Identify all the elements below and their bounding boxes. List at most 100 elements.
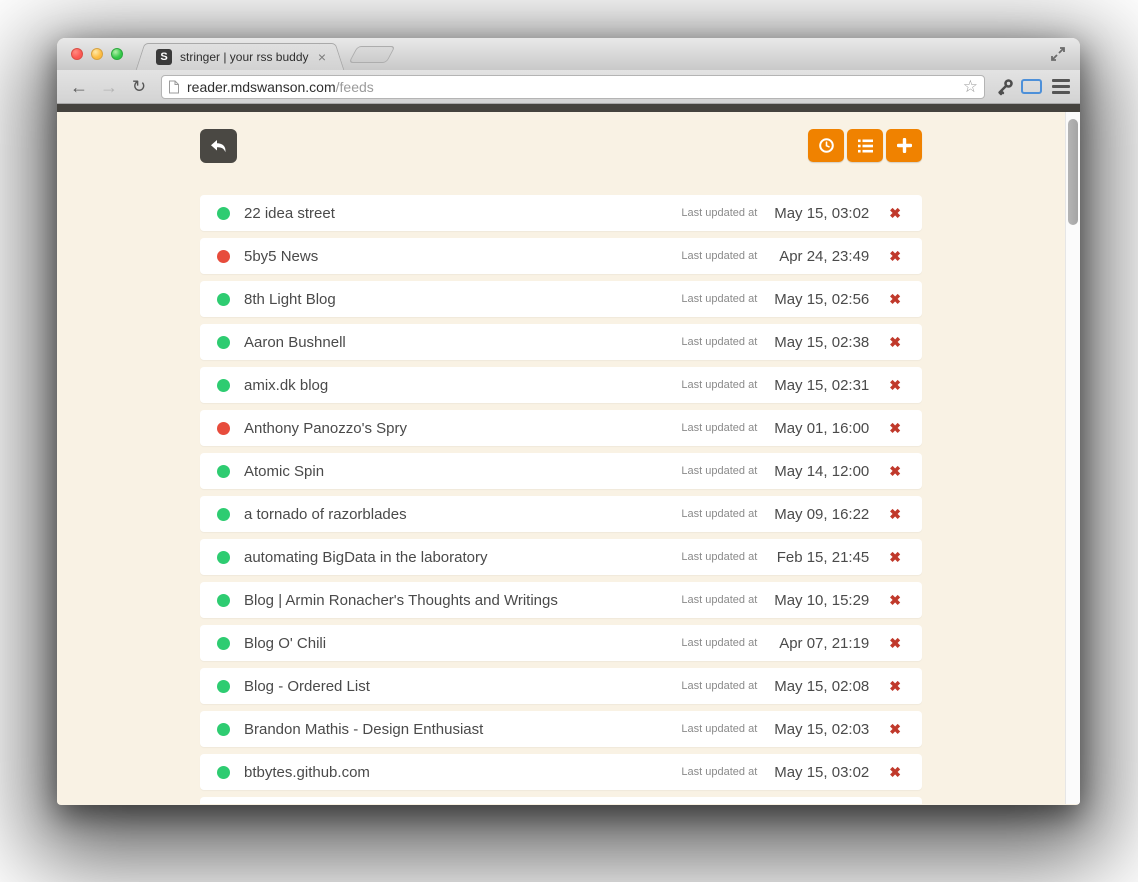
updated-label: Last updated at xyxy=(681,594,758,606)
updated-time: May 15, 03:02 xyxy=(774,763,870,781)
updated-time: Apr 07, 21:19 xyxy=(779,634,870,652)
bookmark-star-icon[interactable]: ☆ xyxy=(963,77,978,96)
delete-feed-button[interactable]: ✖ xyxy=(889,206,901,220)
feed-list: 22 idea street Last updated at May 15, 0… xyxy=(200,195,922,804)
updated-label: Last updated at xyxy=(681,336,758,348)
updated-label: Last updated at xyxy=(681,379,758,391)
updated-label: Last updated at xyxy=(681,723,758,735)
add-feed-button[interactable] xyxy=(886,129,922,162)
feed-row: 5by5 News Last updated at Apr 24, 23:49 … xyxy=(200,238,922,274)
url-path: /feeds xyxy=(335,78,374,95)
updated-time: May 15, 02:31 xyxy=(774,376,870,394)
address-bar[interactable]: reader.mdswanson.com/feeds ☆ xyxy=(161,74,985,99)
updated-time: May 15, 02:08 xyxy=(774,677,870,695)
feed-row: Bufr Overflow Last updated at Apr 07, 18… xyxy=(200,797,922,804)
forward-icon[interactable]: → xyxy=(97,76,121,98)
scrollbar-thumb[interactable] xyxy=(1068,119,1078,225)
feed-row: 22 idea street Last updated at May 15, 0… xyxy=(200,195,922,231)
delete-feed-button[interactable]: ✖ xyxy=(889,464,901,478)
new-tab-button[interactable] xyxy=(348,46,396,63)
status-dot xyxy=(217,421,230,435)
back-to-reader-button[interactable] xyxy=(200,129,237,163)
delete-feed-button[interactable]: ✖ xyxy=(889,593,901,607)
feed-name: 5by5 News xyxy=(244,247,319,265)
feed-name: 22 idea street xyxy=(244,204,335,222)
updated-time: May 14, 12:00 xyxy=(774,462,870,480)
updated-label: Last updated at xyxy=(681,465,758,477)
updated-label: Last updated at xyxy=(681,508,758,520)
status-dot xyxy=(217,335,230,349)
feed-row: 8th Light Blog Last updated at May 15, 0… xyxy=(200,281,922,317)
page-content: 22 idea street Last updated at May 15, 0… xyxy=(57,112,1080,804)
status-dot xyxy=(217,206,230,220)
feed-name: automating BigData in the laboratory xyxy=(244,548,488,566)
delete-feed-button[interactable]: ✖ xyxy=(889,292,901,306)
clock-icon xyxy=(818,138,834,153)
feed-name: btbytes.github.com xyxy=(244,763,370,781)
feed-name: amix.dk blog xyxy=(244,376,329,394)
back-icon[interactable]: ← xyxy=(67,76,91,98)
updated-time: May 15, 03:02 xyxy=(774,204,870,222)
status-dot xyxy=(217,679,230,693)
reload-icon[interactable]: ↻ xyxy=(127,76,151,98)
close-window-button[interactable] xyxy=(71,48,83,60)
feed-row: automating BigData in the laboratory Las… xyxy=(200,539,922,575)
updated-time: May 10, 15:29 xyxy=(774,591,870,609)
delete-feed-button[interactable]: ✖ xyxy=(889,378,901,392)
status-dot xyxy=(217,722,230,736)
key-icon[interactable] xyxy=(995,77,1015,97)
menu-icon[interactable] xyxy=(1052,79,1070,94)
status-dot xyxy=(217,550,230,564)
updated-label: Last updated at xyxy=(681,551,758,563)
delete-feed-button[interactable]: ✖ xyxy=(889,335,901,349)
browser-window: S stringer | your rss buddy × ← → ↻ read… xyxy=(57,38,1080,805)
feed-name: Blog O' Chili xyxy=(244,634,327,652)
feed-name: Atomic Spin xyxy=(244,462,325,480)
status-dot xyxy=(217,378,230,392)
feed-actions xyxy=(808,129,922,163)
feed-list-button[interactable] xyxy=(847,129,883,162)
status-dot xyxy=(217,464,230,478)
history-button[interactable] xyxy=(808,129,844,162)
status-dot xyxy=(217,593,230,607)
delete-feed-button[interactable]: ✖ xyxy=(889,765,901,779)
feed-row: Aaron Bushnell Last updated at May 15, 0… xyxy=(200,324,922,360)
delete-feed-button[interactable]: ✖ xyxy=(889,722,901,736)
updated-label: Last updated at xyxy=(681,207,758,219)
delete-feed-button[interactable]: ✖ xyxy=(889,421,901,435)
url-text[interactable]: reader.mdswanson.com/feeds xyxy=(187,79,963,95)
feed-row: Brandon Mathis - Design Enthusiast Last … xyxy=(200,711,922,747)
updated-label: Last updated at xyxy=(681,293,758,305)
feed-row: amix.dk blog Last updated at May 15, 02:… xyxy=(200,367,922,403)
updated-time: May 01, 16:00 xyxy=(774,419,870,437)
feed-name: Aaron Bushnell xyxy=(244,333,346,351)
page-icon xyxy=(169,80,179,93)
reply-arrow-icon xyxy=(211,140,226,153)
url-host: reader.mdswanson.com xyxy=(187,78,336,95)
feed-name: Anthony Panozzo's Spry xyxy=(244,419,407,437)
feed-row: btbytes.github.com Last updated at May 1… xyxy=(200,754,922,790)
feed-row: Anthony Panozzo's Spry Last updated at M… xyxy=(200,410,922,446)
updated-time: Feb 15, 21:45 xyxy=(776,548,870,566)
list-icon xyxy=(857,139,873,152)
page-scrollbar[interactable] xyxy=(1065,112,1080,804)
delete-feed-button[interactable]: ✖ xyxy=(889,249,901,263)
updated-time: May 09, 16:22 xyxy=(774,505,870,523)
updated-label: Last updated at xyxy=(681,637,758,649)
feed-row: a tornado of razorblades Last updated at… xyxy=(200,496,922,532)
feed-row: Atomic Spin Last updated at May 14, 12:0… xyxy=(200,453,922,489)
zoom-window-button[interactable] xyxy=(111,48,123,60)
delete-feed-button[interactable]: ✖ xyxy=(889,679,901,693)
presentation-bracket-icon[interactable] xyxy=(1021,79,1042,94)
feed-name: a tornado of razorblades xyxy=(244,505,407,523)
expand-window-icon[interactable] xyxy=(1050,46,1066,62)
minimize-window-button[interactable] xyxy=(91,48,103,60)
delete-feed-button[interactable]: ✖ xyxy=(889,550,901,564)
delete-feed-button[interactable]: ✖ xyxy=(889,507,901,521)
tab-close-icon[interactable]: × xyxy=(318,50,326,64)
delete-feed-button[interactable]: ✖ xyxy=(889,636,901,650)
feed-name: 8th Light Blog xyxy=(244,290,336,308)
browser-tab[interactable]: S stringer | your rss buddy × xyxy=(147,43,333,70)
plus-icon xyxy=(896,138,912,153)
site-header-strip xyxy=(57,104,1080,112)
